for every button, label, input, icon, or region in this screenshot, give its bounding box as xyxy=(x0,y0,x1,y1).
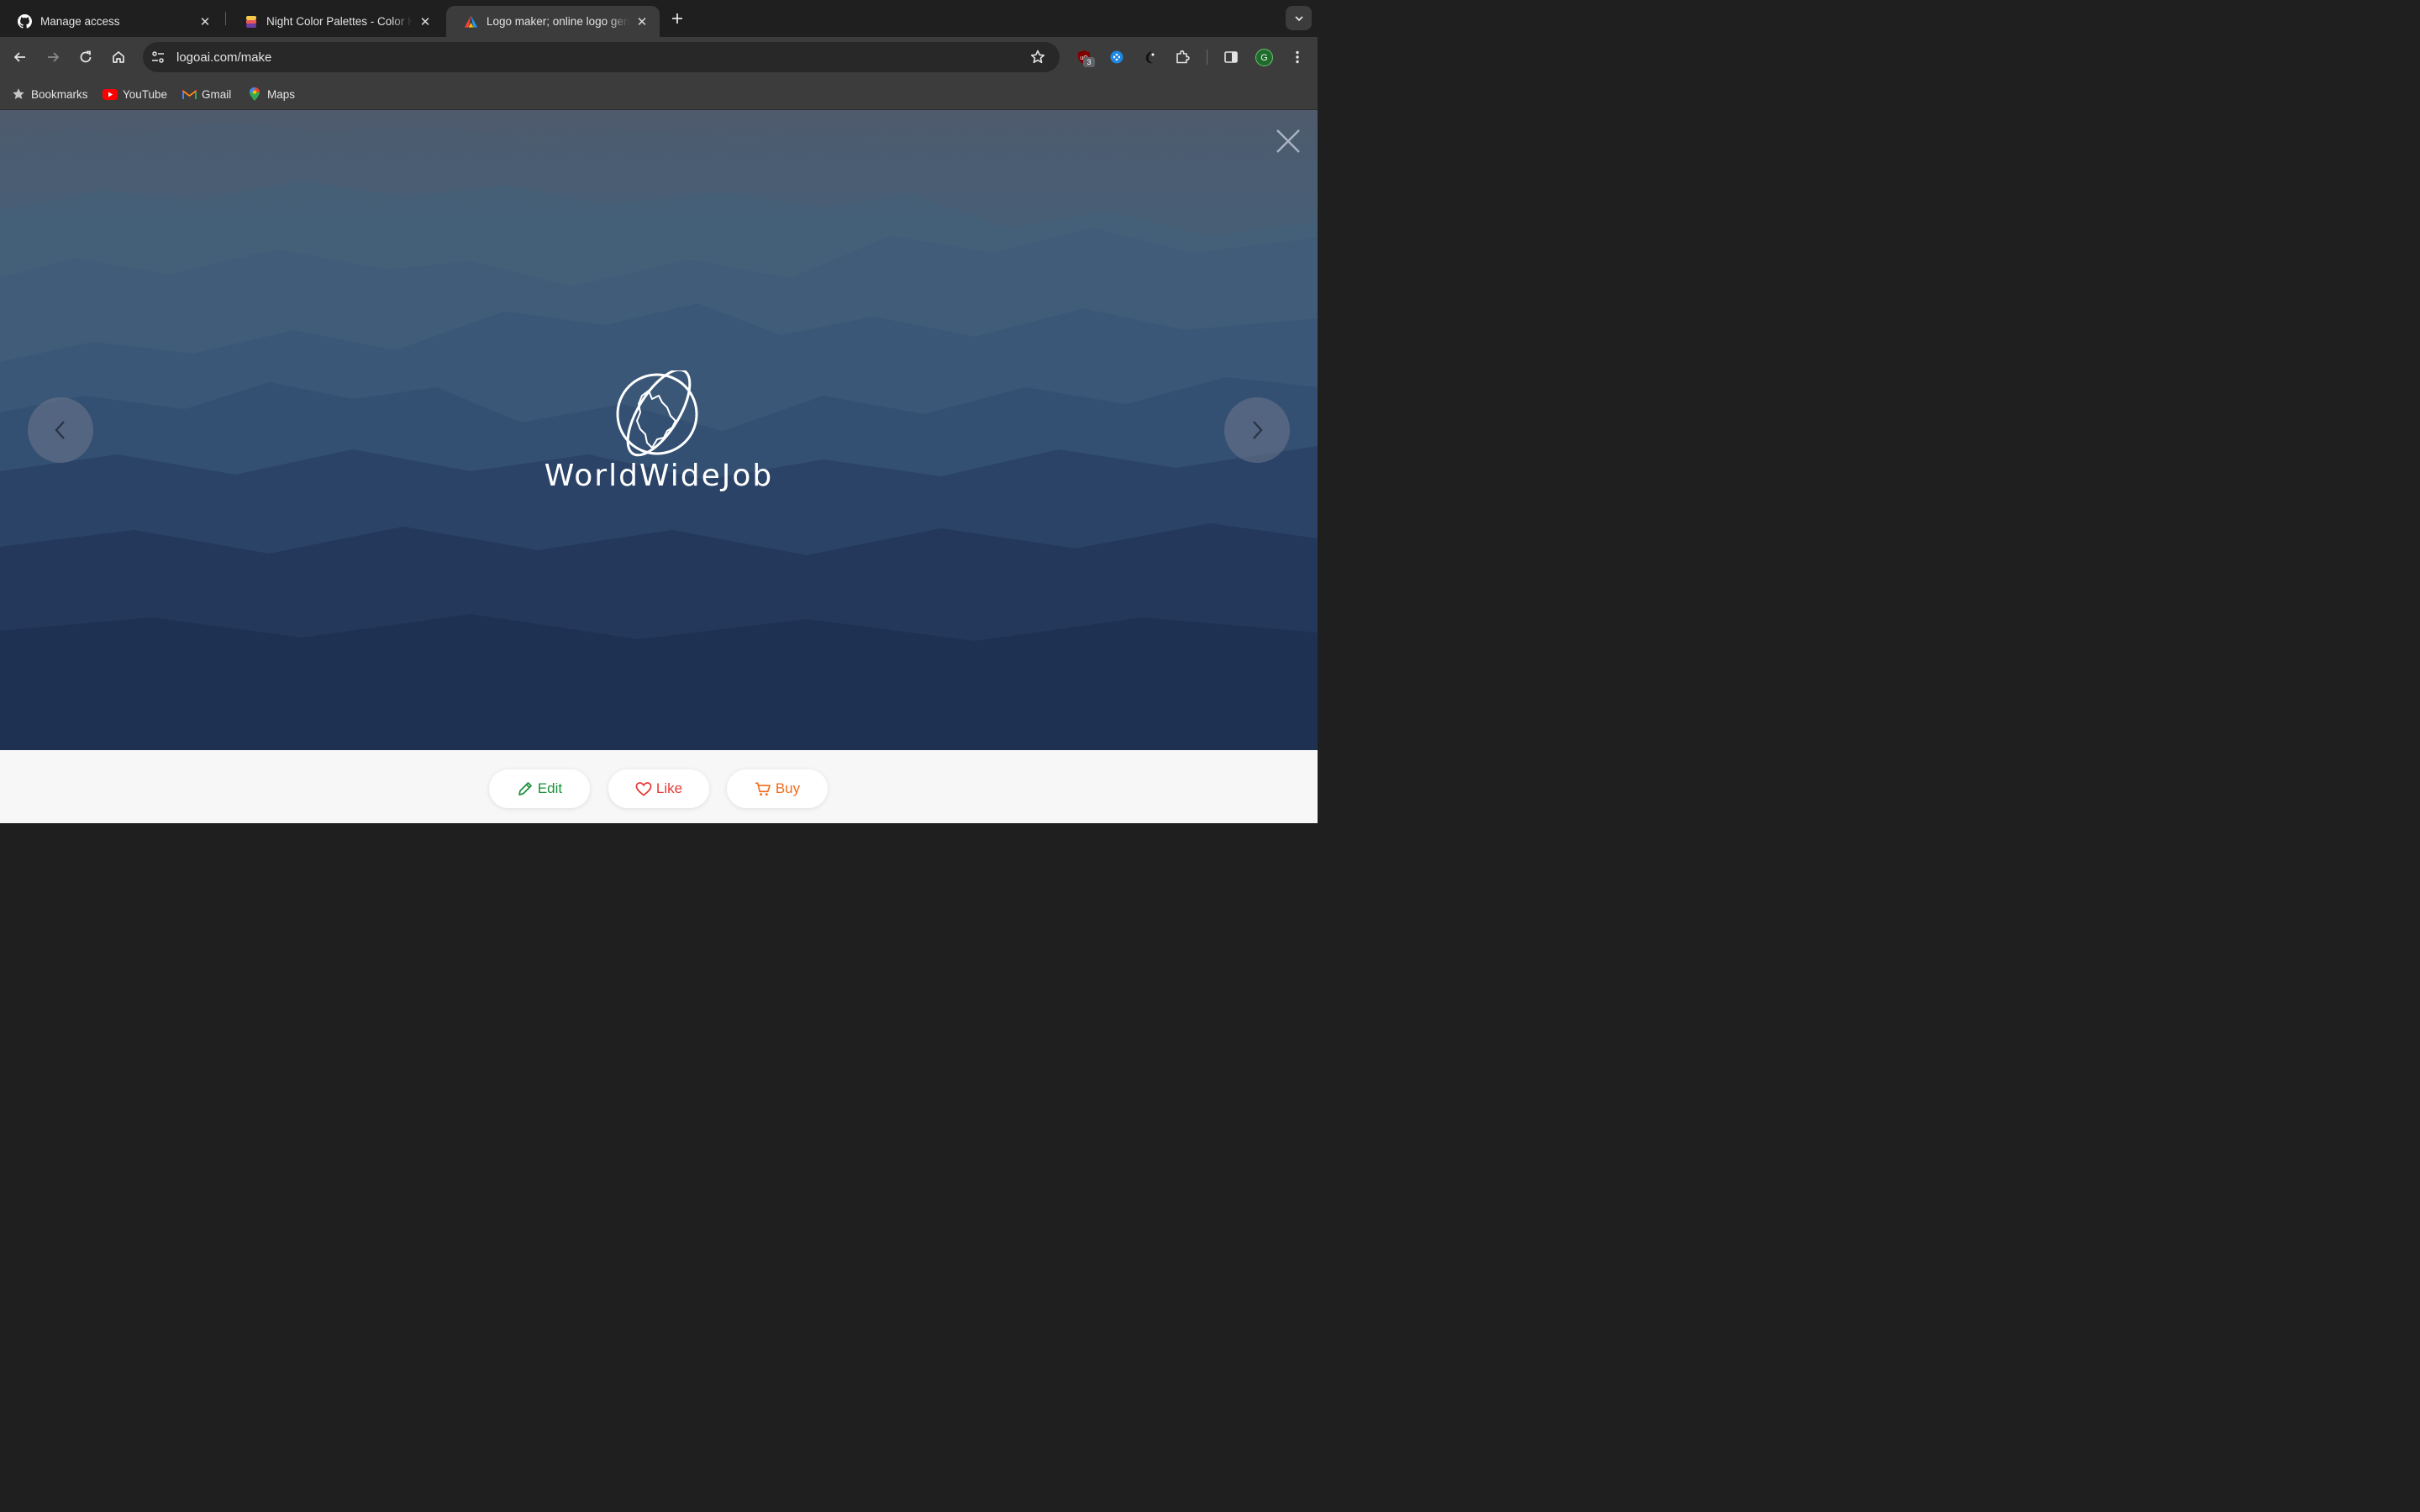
night-extension-icon[interactable] xyxy=(1139,47,1160,67)
chrome-menu-icon[interactable] xyxy=(1287,47,1307,67)
buy-button[interactable]: Buy xyxy=(727,769,828,808)
arrow-left-icon xyxy=(13,52,25,62)
chevron-left-icon xyxy=(55,421,65,439)
reload-icon xyxy=(80,50,92,63)
close-tab-icon[interactable]: ✕ xyxy=(418,14,433,29)
globe-orbit-icon xyxy=(616,370,698,457)
color-hunt-icon xyxy=(244,14,258,29)
close-preview-icon[interactable] xyxy=(1274,127,1302,155)
close-tab-icon[interactable]: ✕ xyxy=(634,14,650,29)
tab-title: Manage access xyxy=(40,15,120,28)
ublock-extension-icon[interactable]: uO 3 xyxy=(1074,47,1095,67)
tab-night-color-palettes[interactable]: Night Color Palettes - Color H ✕ xyxy=(226,6,443,37)
tab-title: Night Color Palettes - Color H xyxy=(266,15,413,28)
bookmark-gmail[interactable]: Gmail xyxy=(182,86,231,102)
star-icon xyxy=(11,87,26,102)
maps-icon xyxy=(247,87,262,102)
browser-toolbar: logoai.com/make uO 3 xyxy=(0,37,1318,77)
generated-logo: WorldWideJob xyxy=(504,366,813,501)
edit-label: Edit xyxy=(537,780,563,796)
brand-name: WorldWideJob xyxy=(544,459,774,493)
bookmark-star-icon[interactable] xyxy=(1029,49,1046,66)
blue-extension-icon[interactable] xyxy=(1107,47,1127,67)
bookmark-youtube[interactable]: YouTube xyxy=(103,86,167,102)
new-tab-button[interactable] xyxy=(667,8,687,29)
extensions-puzzle-icon[interactable] xyxy=(1172,47,1192,67)
bookmarks-bar: Bookmarks YouTube Gmail Maps xyxy=(0,77,1318,110)
extension-badge: 3 xyxy=(1083,57,1095,67)
arrow-right-icon xyxy=(48,52,60,62)
bookmark-label: YouTube xyxy=(123,87,168,101)
bookmark-label: Gmail xyxy=(202,87,232,101)
shopping-cart-icon xyxy=(755,780,771,797)
logo-action-bar: Edit Like Buy xyxy=(0,750,1318,823)
bookmark-maps[interactable]: Maps xyxy=(247,86,295,102)
home-button[interactable] xyxy=(107,45,130,69)
bookmark-bookmarks[interactable]: Bookmarks xyxy=(11,86,88,102)
plus-icon xyxy=(672,13,682,24)
url-text: logoai.com/make xyxy=(176,50,272,65)
gmail-icon xyxy=(182,87,197,102)
previous-logo-button[interactable] xyxy=(28,397,93,463)
tab-manage-access[interactable]: Manage access ✕ xyxy=(0,6,223,37)
bookmark-label: Bookmarks xyxy=(31,87,88,101)
like-button[interactable]: Like xyxy=(608,769,709,808)
logoai-icon xyxy=(464,14,478,29)
bookmark-label: Maps xyxy=(267,87,296,101)
next-logo-button[interactable] xyxy=(1224,397,1290,463)
like-label: Like xyxy=(655,780,683,796)
buy-label: Buy xyxy=(775,780,801,796)
github-icon xyxy=(18,14,32,29)
tab-strip: Manage access ✕ Night Color Palettes - C… xyxy=(0,0,1318,37)
chevron-down-icon xyxy=(1294,15,1303,21)
site-info-icon[interactable] xyxy=(150,50,166,65)
side-panel-icon[interactable] xyxy=(1221,47,1241,67)
reload-button[interactable] xyxy=(74,45,97,69)
chevron-right-icon xyxy=(1253,421,1263,439)
youtube-icon xyxy=(103,87,118,102)
logo-preview-viewer: WorldWideJob xyxy=(0,110,1318,750)
heart-icon xyxy=(635,780,652,797)
tab-logo-maker[interactable]: Logo maker; online logo gene ✕ xyxy=(446,6,660,37)
tab-title: Logo maker; online logo gene xyxy=(487,15,629,28)
close-tab-icon[interactable]: ✕ xyxy=(197,14,213,29)
forward-button[interactable] xyxy=(41,45,65,69)
home-icon xyxy=(113,51,124,63)
pencil-icon xyxy=(517,780,534,797)
profile-avatar[interactable]: G xyxy=(1255,49,1273,66)
edit-button[interactable]: Edit xyxy=(489,769,590,808)
tab-search-button[interactable] xyxy=(1286,6,1312,30)
address-bar[interactable]: logoai.com/make xyxy=(143,42,1060,72)
back-button[interactable] xyxy=(8,45,32,69)
